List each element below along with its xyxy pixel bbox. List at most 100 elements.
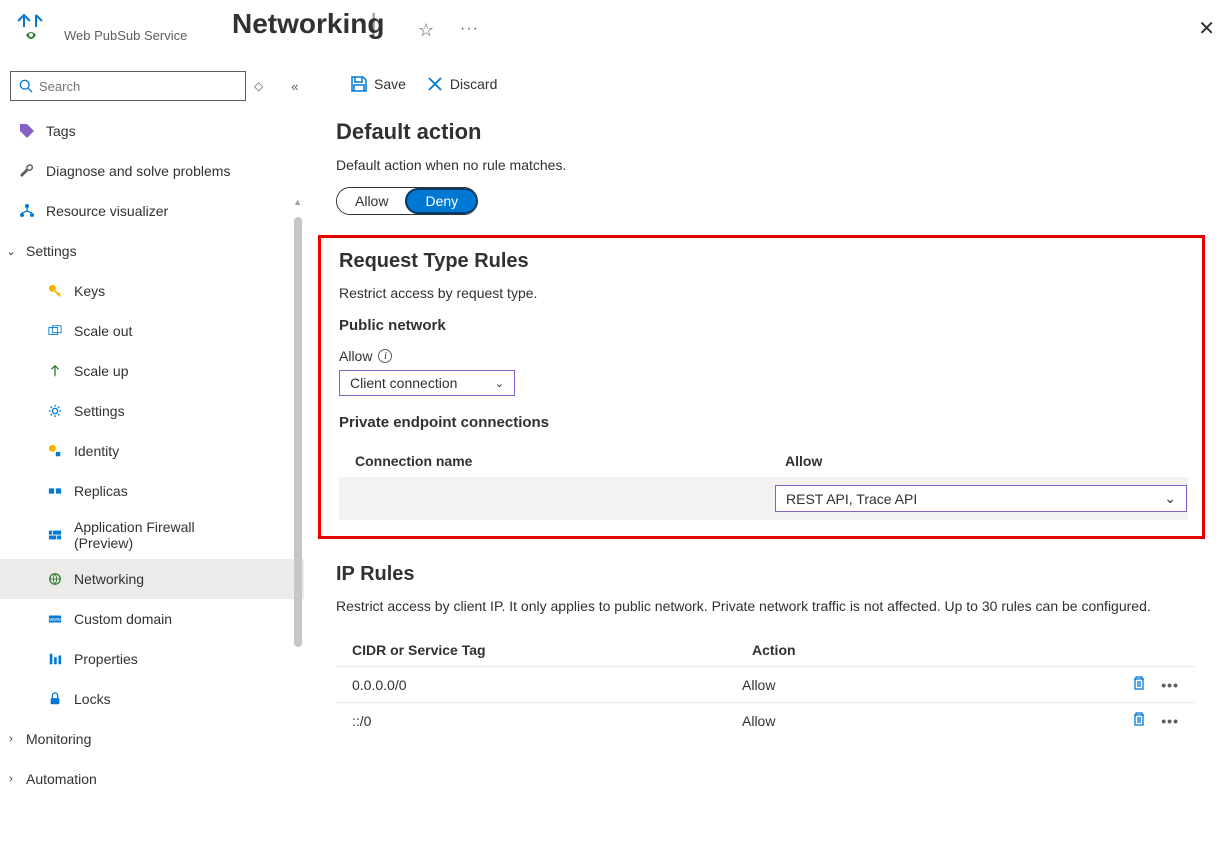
lock-icon — [46, 690, 64, 708]
nav-label: Diagnose and solve problems — [46, 163, 230, 179]
nav-label: Scale out — [74, 323, 132, 339]
domain-icon: www — [46, 610, 64, 628]
delete-rule-icon[interactable] — [1131, 675, 1147, 694]
cidr-cell: ::/0 — [352, 713, 742, 729]
cidr-cell: 0.0.0.0/0 — [352, 677, 742, 693]
allow-label: Allow — [339, 348, 372, 364]
chevron-down-icon: ⌄ — [4, 245, 18, 258]
nav-label: Networking — [74, 571, 144, 587]
nav-label: Scale up — [74, 363, 128, 379]
allow-pill[interactable]: Allow — [337, 188, 406, 214]
deny-pill[interactable]: Deny — [405, 188, 478, 214]
private-endpoint-heading: Private endpoint connections — [339, 414, 1188, 431]
nav-label: Properties — [74, 651, 138, 667]
nav-item-replicas[interactable]: Replicas — [0, 471, 304, 511]
default-action-toggle: Allow Deny — [336, 187, 478, 215]
nav-item-locks[interactable]: Locks — [0, 679, 304, 719]
discard-icon — [426, 75, 444, 93]
search-icon — [19, 79, 33, 93]
nav-item-properties[interactable]: Properties — [0, 639, 304, 679]
public-network-heading: Public network — [339, 317, 1188, 334]
nav-section-automation[interactable]: › Automation — [0, 759, 304, 799]
nav-item-diagnose[interactable]: Diagnose and solve problems — [0, 151, 304, 191]
col-allow: Allow — [785, 453, 1172, 469]
nav-label: Application Firewall (Preview) — [74, 519, 234, 551]
nav-label: Locks — [74, 691, 111, 707]
ip-rules-desc: Restrict access by client IP. It only ap… — [336, 598, 1195, 614]
properties-icon — [46, 650, 64, 668]
scrollbar-thumb[interactable] — [294, 217, 302, 647]
nav-label: Keys — [74, 283, 105, 299]
expand-menu-icon[interactable]: ◇ — [254, 79, 263, 93]
col-connection-name: Connection name — [355, 453, 775, 469]
nav-label: Replicas — [74, 483, 128, 499]
nav-section-settings[interactable]: ⌄ Settings — [0, 231, 304, 271]
wrench-icon — [18, 162, 36, 180]
collapse-sidebar-icon[interactable]: « — [291, 79, 298, 94]
nav-section-monitoring[interactable]: › Monitoring — [0, 719, 304, 759]
rules-heading: Request Type Rules — [339, 250, 1188, 273]
replicas-icon — [46, 482, 64, 500]
save-icon — [350, 75, 368, 93]
service-type-label: Web PubSub Service — [64, 28, 187, 43]
favorite-star-icon[interactable]: ☆ — [418, 20, 434, 41]
toolbar-label: Discard — [450, 76, 497, 92]
action-cell: Allow — [742, 713, 1131, 729]
service-logo-icon — [14, 9, 48, 43]
sidebar-search-box[interactable] — [10, 71, 246, 101]
nav-item-scale-up[interactable]: Scale up — [0, 351, 304, 391]
delete-rule-icon[interactable] — [1131, 711, 1147, 730]
row-more-icon[interactable]: ••• — [1161, 677, 1179, 693]
scrollbar-up-arrow[interactable]: ▲ — [293, 197, 302, 207]
col-action: Action — [752, 642, 1169, 658]
nav-item-visualizer[interactable]: Resource visualizer — [0, 191, 304, 231]
nav-label: Custom domain — [74, 611, 172, 627]
nav-item-settings[interactable]: Settings — [0, 391, 304, 431]
nav-item-tags[interactable]: Tags — [0, 111, 304, 151]
default-action-desc: Default action when no rule matches. — [336, 157, 1227, 173]
nav-section-label: Settings — [26, 243, 77, 259]
request-type-rules-section: Request Type Rules Restrict access by re… — [318, 235, 1205, 539]
close-blade-icon[interactable]: ✕ — [1198, 16, 1215, 41]
more-actions-icon[interactable]: ··· — [460, 20, 479, 38]
ip-rule-row: 0.0.0.0/0 Allow ••• — [336, 666, 1195, 702]
nav-label: Resource visualizer — [46, 203, 168, 219]
nav-item-app-firewall[interactable]: Application Firewall (Preview) — [0, 511, 304, 559]
nav-label: Settings — [74, 403, 125, 419]
save-button[interactable]: Save — [350, 75, 406, 93]
identity-key-icon — [46, 442, 64, 460]
default-action-heading: Default action — [336, 119, 1227, 145]
chevron-down-icon: ⌄ — [1164, 490, 1176, 507]
nav-section-label: Automation — [26, 771, 97, 787]
hierarchy-icon — [18, 202, 36, 220]
row-more-icon[interactable]: ••• — [1161, 713, 1179, 729]
tag-icon — [18, 122, 36, 140]
chevron-right-icon: › — [4, 773, 18, 785]
dropdown-value: REST API, Trace API — [786, 491, 917, 507]
chevron-down-icon: ⌄ — [495, 377, 504, 390]
key-icon — [46, 282, 64, 300]
info-icon[interactable]: i — [378, 349, 392, 363]
private-allow-dropdown[interactable]: REST API, Trace API ⌄ — [775, 485, 1187, 512]
firewall-icon — [46, 526, 64, 544]
nav-item-keys[interactable]: Keys — [0, 271, 304, 311]
nav-item-networking[interactable]: Networking — [0, 559, 304, 599]
svg-text:www: www — [49, 617, 61, 623]
dropdown-value: Client connection — [350, 375, 457, 391]
ip-rule-row: ::/0 Allow ••• — [336, 702, 1195, 738]
nav-section-label: Monitoring — [26, 731, 91, 747]
nav-item-custom-domain[interactable]: www Custom domain — [0, 599, 304, 639]
discard-button[interactable]: Discard — [426, 75, 497, 93]
networking-icon — [46, 570, 64, 588]
toolbar-label: Save — [374, 76, 406, 92]
rules-desc: Restrict access by request type. — [339, 285, 1188, 301]
col-cidr: CIDR or Service Tag — [352, 642, 742, 658]
scale-up-icon — [46, 362, 64, 380]
nav-item-scale-out[interactable]: Scale out — [0, 311, 304, 351]
public-allow-dropdown[interactable]: Client connection ⌄ — [339, 370, 515, 396]
chevron-right-icon: › — [4, 733, 18, 745]
sidebar-search-input[interactable] — [39, 79, 237, 94]
page-title: Networking — [232, 8, 384, 40]
nav-item-identity[interactable]: Identity — [0, 431, 304, 471]
nav-label: Identity — [74, 443, 119, 459]
